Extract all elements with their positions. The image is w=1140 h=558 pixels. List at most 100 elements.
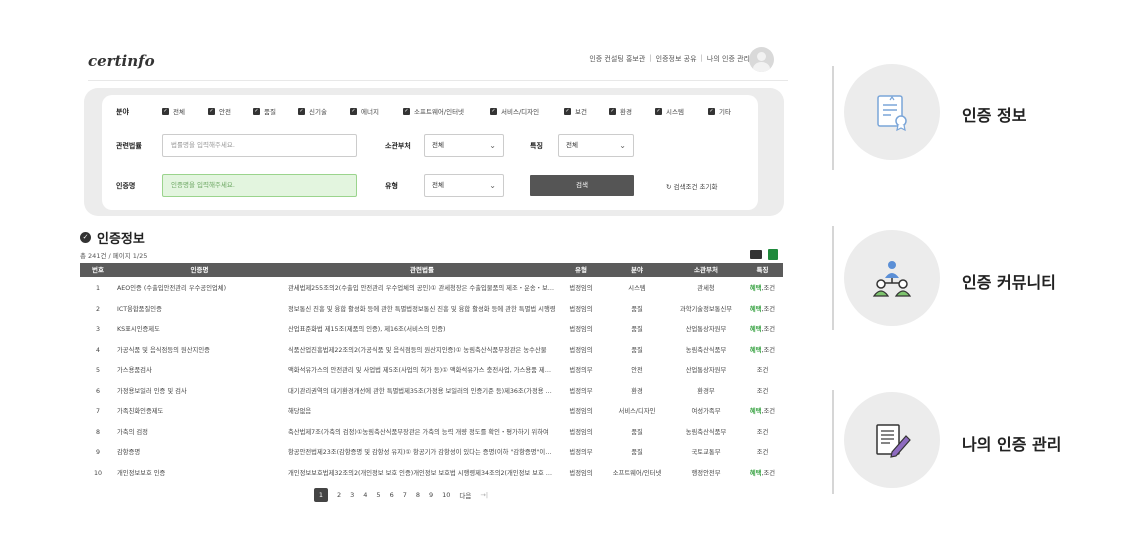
page-link[interactable]: 8: [416, 491, 420, 499]
table-cell-name[interactable]: 가공식품 및 음식점등의 원산지인증: [117, 341, 282, 361]
feature-circle-my-cert[interactable]: [844, 392, 940, 488]
table-cell-name[interactable]: KS표시인증제도: [117, 320, 282, 340]
table-cell-law: 식품산업진흥법제22조의2(가공식품 및 음식점등의 원산지인증)① 농림축산식…: [288, 346, 547, 354]
checkbox-field-service[interactable]: ✓ 서비스/디자인: [490, 106, 539, 116]
avatar[interactable]: [749, 47, 774, 72]
header-divider: [88, 80, 788, 81]
table-cell-field: 환경: [631, 387, 643, 395]
checkbox-label: 안전: [219, 108, 231, 116]
checkbox-label: 소프트웨어/인터넷: [414, 108, 465, 116]
page-link[interactable]: 7: [403, 491, 407, 499]
table-row[interactable]: 5 가스용품검사 액화석유가스의 안전관리 및 사업법 제5조(사업의 허가 등)①…: [80, 361, 783, 381]
checkbox-field-safety[interactable]: ✓ 안전: [208, 106, 231, 116]
page-current[interactable]: 1: [314, 488, 328, 502]
dept-select[interactable]: 전체 ⌄: [424, 134, 504, 157]
table-row[interactable]: 9 감항증명 항공안전법제23조(감항증명 및 감항성 유지)① 항공기가 감항성이…: [80, 443, 783, 463]
law-search-input[interactable]: 법률명을 입력해주세요.: [162, 134, 357, 157]
chevron-down-icon: ⌄: [619, 141, 626, 150]
table-cell-name[interactable]: 개인정보보호 인증: [117, 464, 282, 484]
cert-name-input[interactable]: 인증명을 입력해주세요.: [162, 174, 357, 197]
feature-circle-cert-info[interactable]: [844, 64, 940, 160]
checkbox-label: 전체: [173, 108, 185, 116]
search-button[interactable]: 검색: [530, 175, 634, 196]
checkbox-field-health[interactable]: ✓ 보건: [564, 106, 587, 116]
chevron-down-icon: ⌄: [489, 141, 496, 150]
page-link[interactable]: 6: [390, 491, 394, 499]
dept-filter-label: 소관부처: [385, 142, 411, 150]
excel-download-icon[interactable]: [768, 249, 778, 260]
table-cell-feature: 혜택,조건: [749, 346, 776, 354]
table-cell-field: 품질: [631, 428, 643, 436]
table-cell-law: 산업표준화법 제15조(제품의 인증), 제16조(서비스의 인증): [288, 326, 446, 333]
table-cell-no: 1: [95, 285, 100, 292]
page-link[interactable]: 3: [350, 491, 354, 499]
checkbox-label: 서비스/디자인: [501, 108, 540, 116]
field-filter-label: 분야: [116, 108, 129, 116]
table-row[interactable]: 2 ICT융합품질인증 정보통신 진흥 및 융합 활성화 등에 관한 특별법정보통신…: [80, 300, 783, 320]
feature-label-community[interactable]: 인증 커뮤니티: [962, 269, 1056, 293]
nav-link-share[interactable]: 인증정보 공유: [656, 54, 697, 64]
table-cell-type: 법정임의: [569, 408, 593, 415]
table-row[interactable]: 1 AEO인증 (수출입안전관리 우수공인업체) 관세법제255조의2(수출입 안전…: [80, 279, 783, 299]
dept-select-value: 전체: [432, 141, 444, 149]
checkbox-label: 품질: [264, 108, 276, 116]
certificate-document-icon: [877, 95, 907, 132]
table-cell-type: 법정의무: [569, 449, 593, 456]
table-cell-type: 법정임의: [569, 326, 593, 333]
table-cell-name[interactable]: 가축의 검정: [117, 423, 282, 443]
header-field: 분야: [631, 266, 643, 274]
header-feature: 특징: [756, 266, 769, 274]
chevron-down-icon: ⌄: [489, 181, 496, 190]
print-icon[interactable]: [750, 250, 762, 259]
table-cell-feature: 혜택,조건: [749, 469, 776, 477]
page-link[interactable]: 5: [376, 491, 380, 499]
table-cell-name[interactable]: 감항증명: [117, 443, 282, 463]
table-row[interactable]: 3 KS표시인증제도 산업표준화법 제15조(제품의 인증), 제16조(서비스의 …: [80, 320, 783, 340]
page-link[interactable]: 9: [429, 491, 433, 499]
header-type: 유형: [575, 266, 587, 274]
table-cell-name[interactable]: 가정용보일러 인증 및 검사: [117, 382, 282, 402]
page-link[interactable]: 4: [363, 491, 367, 499]
checkbox-field-environment[interactable]: ✓ 환경: [609, 106, 632, 116]
feature-label-my-cert[interactable]: 나의 인증 관리: [962, 431, 1061, 455]
checkbox-field-system[interactable]: ✓ 시스템: [655, 106, 684, 116]
table-cell-type: 법정의무: [569, 387, 593, 395]
top-navigation: 인증 컨설팅 홍보관 | 인증정보 공유 | 나의 인증 관리: [560, 54, 750, 64]
checkbox-field-software[interactable]: ✓ 소프트웨어/인터넷: [403, 106, 464, 116]
reset-filters-label: 검색조건 초기화: [673, 183, 718, 191]
page-link[interactable]: 10: [442, 491, 450, 499]
checkbox-field-quality[interactable]: ✓ 품질: [253, 106, 276, 116]
nav-link-my-cert[interactable]: 나의 인증 관리: [707, 54, 750, 64]
last-page-button[interactable]: →|: [480, 491, 488, 499]
reset-filters-button[interactable]: ↻ 검색조건 초기화: [666, 181, 717, 191]
table-row[interactable]: 6 가정용보일러 인증 및 검사 대기관리권역의 대기환경개선에 관한 특별법제35…: [80, 382, 783, 402]
nav-link-promotion[interactable]: 인증 컨설팅 홍보관: [589, 54, 645, 64]
table-cell-dept: 환경부: [697, 387, 715, 395]
feature-select[interactable]: 전체 ⌄: [558, 134, 634, 157]
table-cell-name[interactable]: 가족친화인증제도: [117, 402, 282, 422]
table-row[interactable]: 7 가족친화인증제도 해당없음 법정임의 서비스/디자인 여성가족부 혜택,조건: [80, 402, 783, 422]
table-row[interactable]: 8 가축의 검정 축산법제7조(가축의 검정)①농림축산식품부장관은 가축의 능력 …: [80, 423, 783, 443]
table-row[interactable]: 10 개인정보보호 인증 개인정보보호법제32조의2(개인정보 보호 인증)개인정보…: [80, 464, 783, 484]
table-row[interactable]: 4 가공식품 및 음식점등의 원산지인증 식품산업진흥법제22조의2(가공식품 및 …: [80, 341, 783, 361]
table-cell-dept: 산업통상자원부: [685, 367, 727, 374]
table-cell-name[interactable]: ICT융합품질인증: [117, 300, 282, 320]
checkbox-field-etc[interactable]: ✓ 기타: [708, 106, 731, 116]
table-cell-no: 5: [95, 367, 100, 374]
type-select[interactable]: 전체 ⌄: [424, 174, 504, 197]
header-law: 관련법률: [410, 266, 434, 274]
brand-logo[interactable]: certinfo: [88, 52, 155, 70]
table-cell-name[interactable]: AEO인증 (수출입안전관리 우수공인업체): [117, 279, 282, 299]
checkbox-field-energy[interactable]: ✓ 에너지: [350, 106, 379, 116]
section-title-text: 인증정보: [97, 232, 145, 247]
table-cell-name[interactable]: 가스용품검사: [117, 361, 282, 381]
table-cell-feature: 혜택,조건: [749, 305, 776, 313]
next-page-button[interactable]: 다음: [459, 490, 471, 500]
feature-label-cert-info[interactable]: 인증 정보: [962, 102, 1026, 126]
page-link[interactable]: 2: [337, 491, 341, 499]
table-cell-type: 법정임의: [569, 469, 593, 477]
checkbox-field-all[interactable]: ✓ 전체: [162, 106, 185, 116]
type-select-value: 전체: [432, 181, 444, 189]
feature-circle-community[interactable]: [844, 230, 940, 326]
checkbox-field-new-tech[interactable]: ✓ 신기술: [298, 106, 327, 116]
